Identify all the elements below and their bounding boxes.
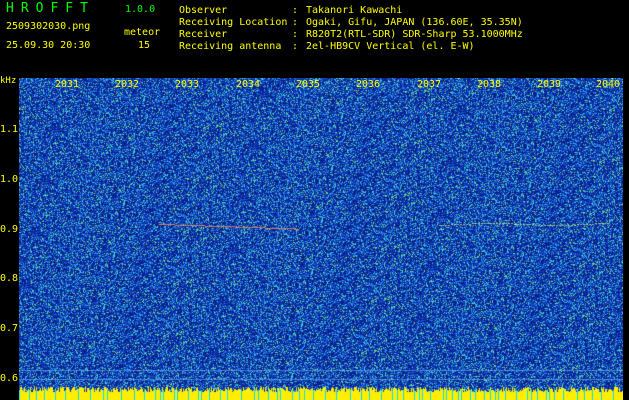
observation-datetime: 25.09.30 20:30 bbox=[6, 40, 91, 51]
info-colon: : bbox=[292, 41, 299, 52]
meteor-count: 15 bbox=[138, 40, 151, 51]
info-value-antenna: 2el-HB9CV Vertical (el. E-W) bbox=[306, 41, 475, 52]
info-label-antenna: Receiving antenna bbox=[179, 41, 282, 52]
spectrogram bbox=[19, 78, 623, 400]
y-tick-label: 1.0 bbox=[0, 174, 19, 185]
file-name: 2509302030.png bbox=[6, 21, 91, 32]
x-tick-label: 2031 bbox=[55, 79, 80, 90]
app-version: 1.0.0 bbox=[125, 4, 156, 15]
spectrogram-canvas bbox=[19, 78, 623, 400]
y-axis-unit: kHz bbox=[0, 76, 17, 86]
info-label-location: Receiving Location bbox=[179, 17, 288, 28]
x-tick-label: 2038 bbox=[477, 79, 502, 90]
y-tick-label: 0.9 bbox=[0, 224, 19, 235]
y-tick-label: 1.1 bbox=[0, 124, 19, 135]
x-tick-label: 2033 bbox=[175, 79, 200, 90]
header-panel: HROFFT 1.0.0 2509302030.png 25.09.30 20:… bbox=[0, 0, 629, 78]
info-value-location: Ogaki, Gifu, JAPAN (136.60E, 35.35N) bbox=[306, 17, 523, 28]
info-colon: : bbox=[292, 5, 299, 16]
x-tick-label: 2039 bbox=[537, 79, 562, 90]
x-tick-label: 2032 bbox=[115, 79, 140, 90]
app-name: HROFFT bbox=[6, 1, 95, 16]
info-label-observer: Observer bbox=[179, 5, 228, 16]
x-tick-label: 2034 bbox=[236, 79, 261, 90]
x-tick-label: 2035 bbox=[296, 79, 321, 90]
y-tick-label: 0.6 bbox=[0, 373, 19, 384]
info-label-receiver: Receiver bbox=[179, 29, 228, 40]
info-value-receiver: R820T2(RTL-SDR) SDR-Sharp 53.1000MHz bbox=[306, 29, 523, 40]
meteor-label: meteor bbox=[124, 27, 161, 38]
y-tick-label: 0.8 bbox=[0, 273, 19, 284]
info-colon: : bbox=[292, 29, 299, 40]
x-tick-label: 2036 bbox=[356, 79, 381, 90]
x-tick-label: 2040 bbox=[596, 79, 621, 90]
right-margin bbox=[623, 78, 629, 400]
x-tick-label: 2037 bbox=[417, 79, 442, 90]
y-tick-label: 0.7 bbox=[0, 323, 19, 334]
info-value-observer: Takanori Kawachi bbox=[306, 5, 403, 16]
info-colon: : bbox=[292, 17, 299, 28]
